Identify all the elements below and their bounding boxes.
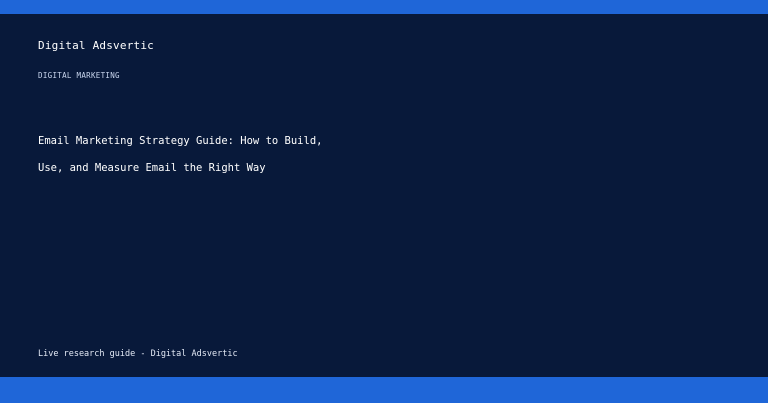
- bottom-accent-bar: [0, 377, 768, 403]
- brand-name: Digital Adsvertic: [38, 39, 154, 52]
- category-label: DIGITAL MARKETING: [38, 71, 120, 80]
- article-title-line-1: Email Marketing Strategy Guide: How to B…: [38, 135, 323, 147]
- article-card: Digital Adsvertic DIGITAL MARKETING Emai…: [0, 0, 768, 403]
- article-title: Email Marketing Strategy Guide: How to B…: [38, 128, 358, 182]
- footer-caption: Live research guide - Digital Adsvertic: [38, 349, 238, 359]
- top-accent-bar: [0, 0, 768, 14]
- article-title-line-2: Use, and Measure Email the Right Way: [38, 162, 266, 174]
